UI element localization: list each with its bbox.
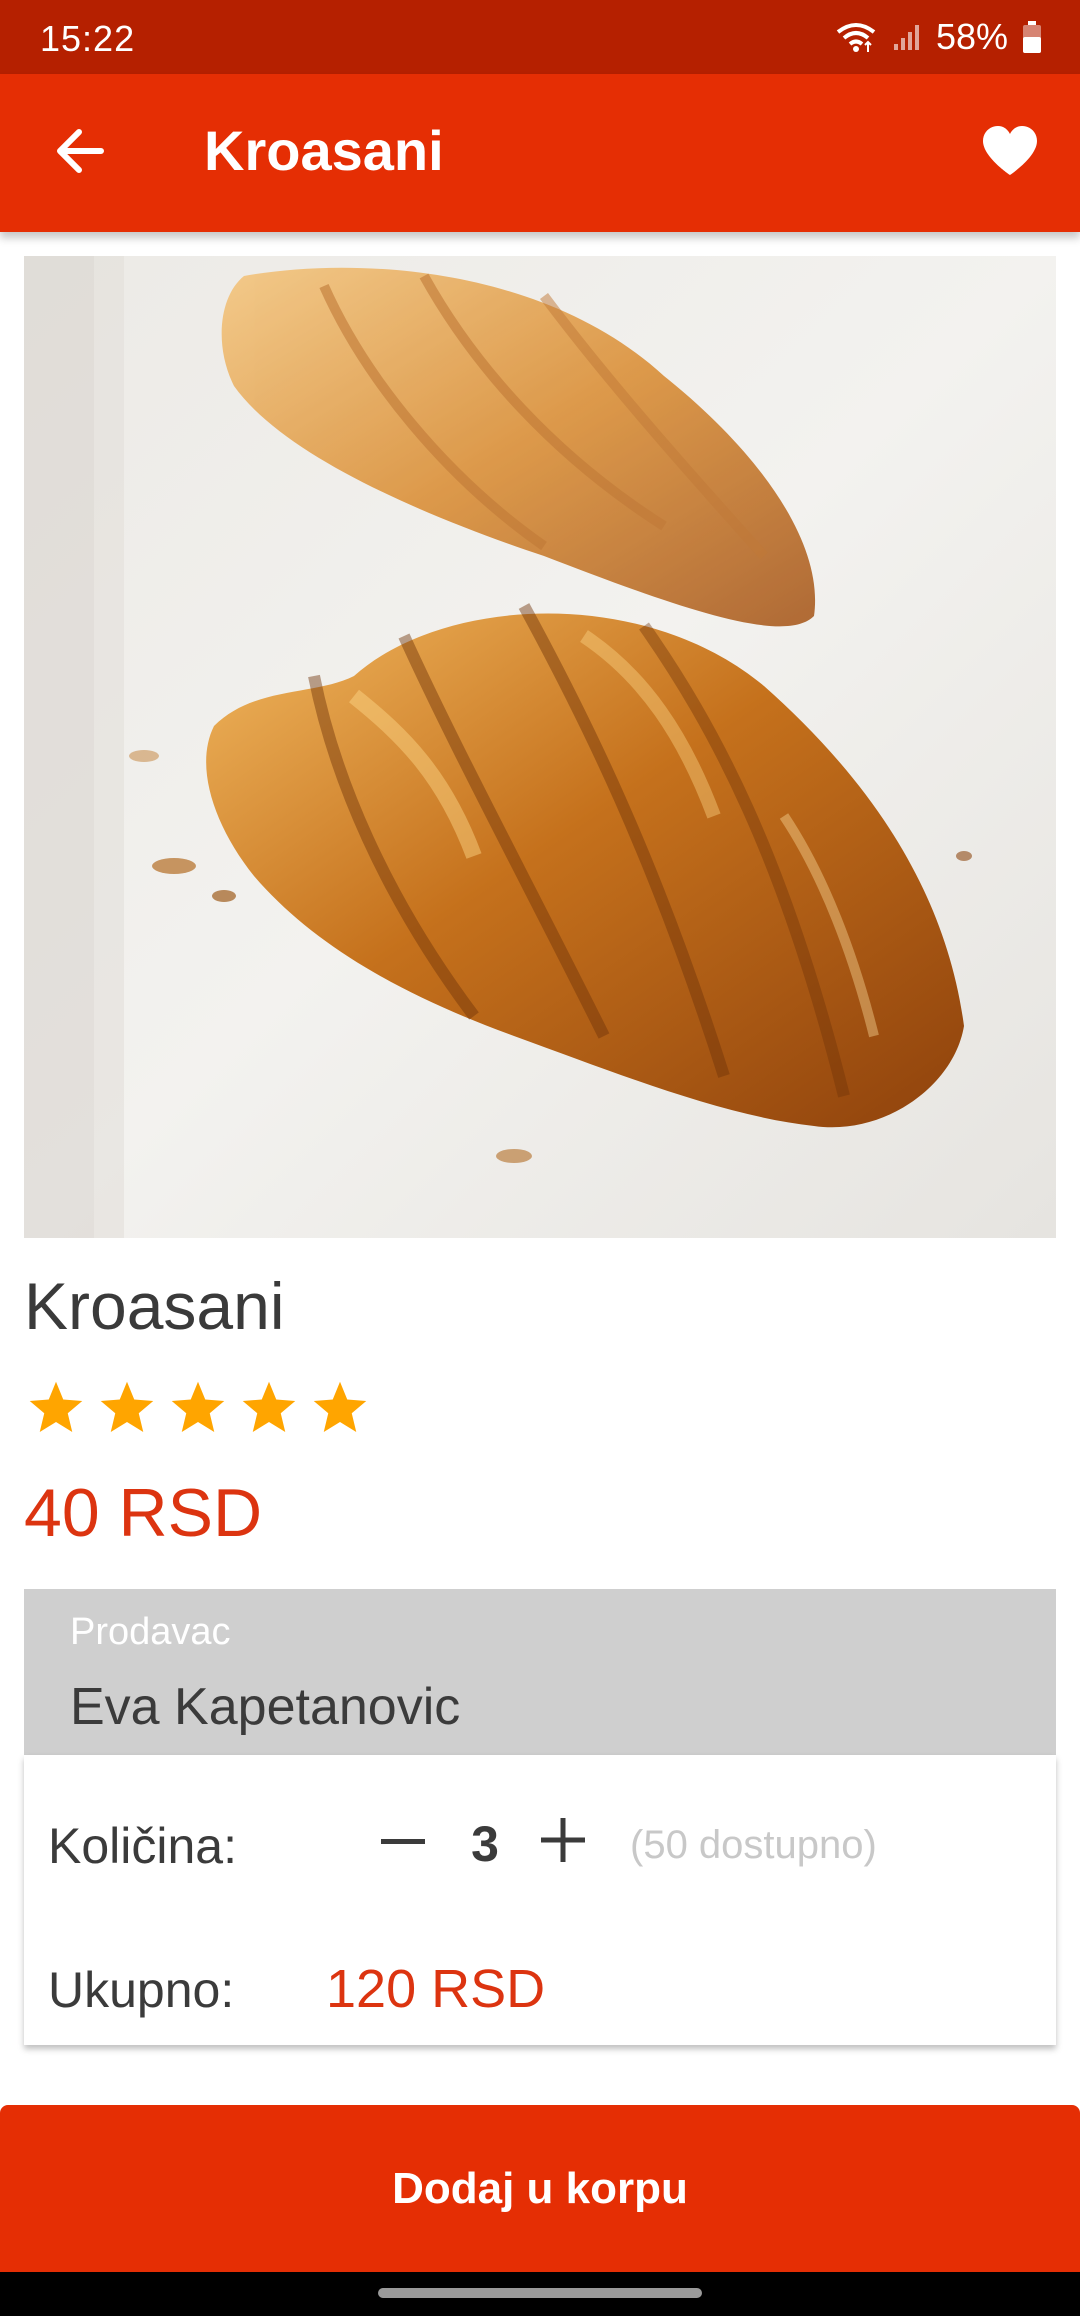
back-button[interactable] [40,113,120,193]
star-icon [171,1381,225,1432]
home-indicator[interactable] [378,2288,702,2298]
status-bar: 15:22 58% [0,0,1080,74]
total-label: Ukupno: [48,1962,235,2018]
star-icon [242,1381,296,1432]
app-bar: Kroasani [0,74,1080,232]
add-to-cart-button[interactable]: Dodaj u korpu [0,2105,1080,2272]
quantity-value: 3 [471,1816,499,1872]
rating-stars [26,1378,370,1438]
wifi-icon [834,20,878,54]
order-card: Količina: 3 (50 dostupno) Ukupno: 120 RS… [24,1755,1056,2045]
minus-icon [381,1833,425,1851]
decrease-quantity-button[interactable] [368,1807,438,1877]
product-image [24,256,1056,1238]
status-time: 15:22 [40,18,136,59]
star-icon [29,1381,83,1432]
available-stock: (50 dostupno) [630,1823,877,1867]
seller-box: Prodavac Eva Kapetanovic [24,1589,1056,1755]
star-icon [313,1381,367,1432]
product-name: Kroasani [24,1269,285,1343]
heart-icon [981,125,1039,182]
app-title: Kroasani [204,119,444,182]
battery-icon [1022,20,1042,54]
product-price: 40 RSD [24,1475,263,1551]
signal-icon [892,22,922,52]
quantity-label: Količina: [48,1818,237,1874]
seller-name: Eva Kapetanovic [70,1678,461,1736]
battery-text: 58% [935,16,1008,57]
star-icon [100,1381,154,1432]
status-icons: 58% [834,16,1042,58]
total-value: 120 RSD [326,1959,546,2019]
seller-label: Prodavac [70,1611,231,1653]
increase-quantity-button[interactable] [528,1807,598,1877]
system-nav-bar [0,2272,1080,2316]
favorite-button[interactable] [970,113,1050,193]
plus-icon [541,1817,585,1867]
arrow-left-icon [55,128,105,179]
